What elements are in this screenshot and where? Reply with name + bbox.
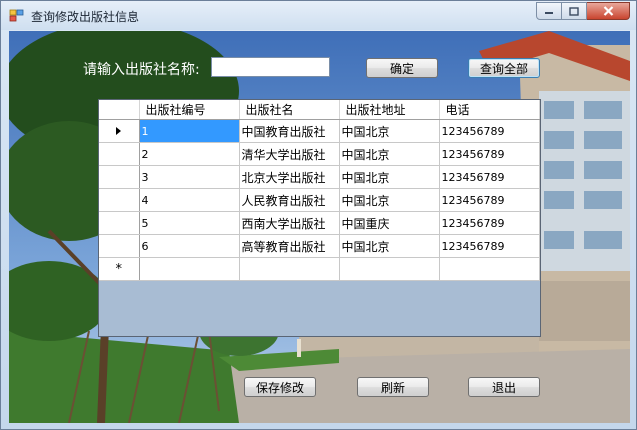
cell-phone[interactable]: 123456789 <box>439 188 540 212</box>
publisher-data-grid[interactable]: 出版社编号 出版社名 出版社地址 电话 1 中国教育出版社 中国北京 12345… <box>98 99 541 337</box>
current-row-arrow-icon <box>116 126 122 135</box>
cell-name[interactable]: 高等教育出版社 <box>239 234 340 258</box>
new-row-marker[interactable]: * <box>99 257 140 281</box>
cell-id[interactable]: 2 <box>139 142 240 166</box>
cell-address[interactable]: 中国北京 <box>339 142 440 166</box>
row-header[interactable] <box>99 119 140 143</box>
cell-id[interactable]: 6 <box>139 234 240 258</box>
app-icon <box>9 9 24 22</box>
cell-address[interactable]: 中国重庆 <box>339 211 440 235</box>
refresh-button-label: 刷新 <box>380 380 405 395</box>
save-changes-button-label: 保存修改 <box>255 380 304 395</box>
table-row[interactable]: 5 西南大学出版社 中国重庆 123456789 <box>99 211 540 235</box>
confirm-button[interactable]: 确定 <box>366 58 438 78</box>
cell-name[interactable]: 北京大学出版社 <box>239 165 340 189</box>
window-controls <box>536 2 630 21</box>
maximize-icon <box>569 6 579 16</box>
window-title: 查询修改出版社信息 <box>31 10 140 24</box>
grid-header-row: 出版社编号 出版社名 出版社地址 电话 <box>99 100 540 120</box>
cell-address[interactable]: 中国北京 <box>339 234 440 258</box>
table-row[interactable]: 2 清华大学出版社 中国北京 123456789 <box>99 142 540 166</box>
cell-id[interactable]: 4 <box>139 188 240 212</box>
title-bar[interactable]: 查询修改出版社信息 <box>1 1 636 30</box>
cell-name[interactable]: 中国教育出版社 <box>239 119 340 143</box>
exit-button[interactable]: 退出 <box>468 377 540 397</box>
cell-phone[interactable]: 123456789 <box>439 211 540 235</box>
maximize-button[interactable] <box>562 2 587 20</box>
column-header-name[interactable]: 出版社名 <box>239 100 340 120</box>
column-header-id[interactable]: 出版社编号 <box>139 100 240 120</box>
cell-id[interactable]: 1 <box>139 119 240 143</box>
minimize-icon <box>545 12 553 14</box>
cell-name[interactable]: 西南大学出版社 <box>239 211 340 235</box>
cell-address[interactable]: 中国北京 <box>339 119 440 143</box>
row-header[interactable] <box>99 142 140 166</box>
close-icon <box>603 6 613 16</box>
grid-table: 出版社编号 出版社名 出版社地址 电话 1 中国教育出版社 中国北京 12345… <box>99 100 540 281</box>
new-row[interactable]: * <box>99 257 540 281</box>
minimize-button[interactable] <box>536 2 562 20</box>
cell-address[interactable]: 中国北京 <box>339 165 440 189</box>
form-client-area: 请输入出版社名称: 确定 查询全部 出版社编号 出版社名 出版社地址 电话 1 … <box>9 31 630 423</box>
row-header[interactable] <box>99 211 140 235</box>
query-all-button[interactable]: 查询全部 <box>468 58 540 78</box>
cell-phone[interactable]: 123456789 <box>439 142 540 166</box>
app-window: 查询修改出版社信息 请输入出版社名称: 确定 查询全部 出版社编号 出版社名 出… <box>0 0 637 430</box>
cell-id[interactable]: 3 <box>139 165 240 189</box>
cell-address[interactable]: 中国北京 <box>339 188 440 212</box>
column-header-address[interactable]: 出版社地址 <box>339 100 440 120</box>
publisher-name-input[interactable] <box>211 57 330 77</box>
row-header[interactable] <box>99 188 140 212</box>
cell-phone[interactable]: 123456789 <box>439 119 540 143</box>
cell-phone[interactable]: 123456789 <box>439 165 540 189</box>
new-cell-address[interactable] <box>339 257 440 281</box>
cell-phone[interactable]: 123456789 <box>439 234 540 258</box>
table-row[interactable]: 1 中国教育出版社 中国北京 123456789 <box>99 119 540 143</box>
new-cell-name[interactable] <box>239 257 340 281</box>
row-header[interactable] <box>99 165 140 189</box>
table-row[interactable]: 4 人民教育出版社 中国北京 123456789 <box>99 188 540 212</box>
save-changes-button[interactable]: 保存修改 <box>244 377 316 397</box>
new-cell-id[interactable] <box>139 257 240 281</box>
confirm-button-label: 确定 <box>389 61 414 76</box>
column-header-phone[interactable]: 电话 <box>439 100 540 120</box>
table-row[interactable]: 6 高等教育出版社 中国北京 123456789 <box>99 234 540 258</box>
publisher-name-label: 请输入出版社名称: <box>83 62 200 78</box>
row-header[interactable] <box>99 234 140 258</box>
query-all-button-label: 查询全部 <box>479 61 528 76</box>
refresh-button[interactable]: 刷新 <box>357 377 429 397</box>
cell-id[interactable]: 5 <box>139 211 240 235</box>
table-row[interactable]: 3 北京大学出版社 中国北京 123456789 <box>99 165 540 189</box>
exit-button-label: 退出 <box>491 380 516 395</box>
cell-name[interactable]: 清华大学出版社 <box>239 142 340 166</box>
row-header-corner[interactable] <box>99 100 140 120</box>
close-button[interactable] <box>587 2 630 20</box>
cell-name[interactable]: 人民教育出版社 <box>239 188 340 212</box>
new-cell-phone[interactable] <box>439 257 540 281</box>
